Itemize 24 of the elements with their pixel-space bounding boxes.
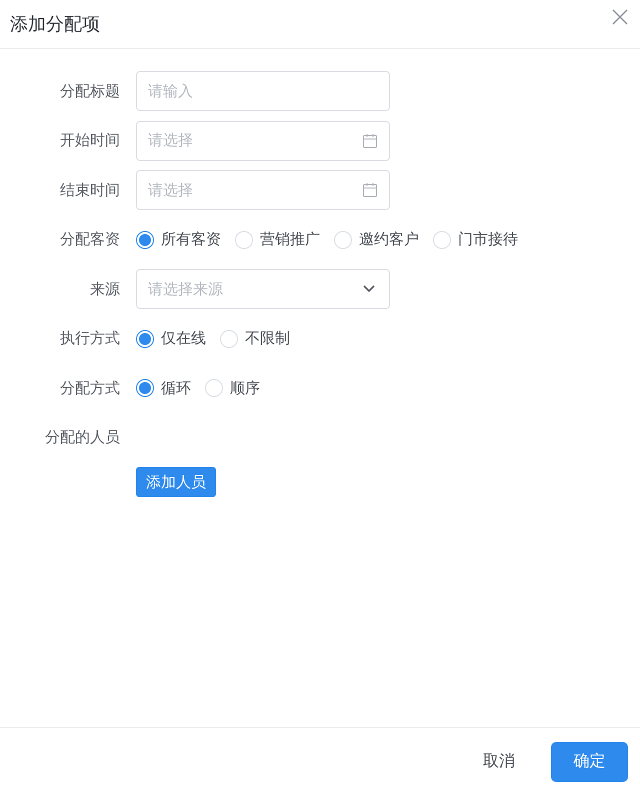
option-label[interactable]: 门市接待: [458, 230, 518, 249]
option-label[interactable]: 仅在线: [161, 329, 206, 348]
field-label: 分配的人员: [44, 428, 121, 447]
calendar-icon: [362, 132, 378, 148]
radio-button[interactable]: [136, 330, 154, 348]
field-label: 分配客资: [59, 230, 121, 249]
field-label: 来源: [89, 280, 121, 298]
field-label: 结束时间: [59, 180, 121, 200]
cancel-button[interactable]: 取消: [483, 751, 515, 772]
dialog-title: 添加分配项: [10, 13, 100, 36]
field-label: 分配标题: [59, 82, 121, 100]
close-icon[interactable]: [612, 9, 628, 25]
option-label[interactable]: 邀约客户: [359, 230, 419, 249]
field-label: 分配方式: [59, 378, 121, 398]
option-label[interactable]: 顺序: [230, 378, 260, 398]
option-label[interactable]: 所有客资: [161, 230, 221, 249]
radio-button[interactable]: [136, 379, 154, 397]
option-label[interactable]: 营销推广: [260, 230, 320, 249]
radio-button[interactable]: [136, 230, 154, 248]
option-label[interactable]: 不限制: [245, 329, 290, 348]
option-label[interactable]: 循环: [161, 378, 191, 398]
calendar-icon: [362, 182, 378, 198]
field-label: 执行方式: [59, 329, 121, 348]
field-label: 开始时间: [59, 131, 121, 150]
